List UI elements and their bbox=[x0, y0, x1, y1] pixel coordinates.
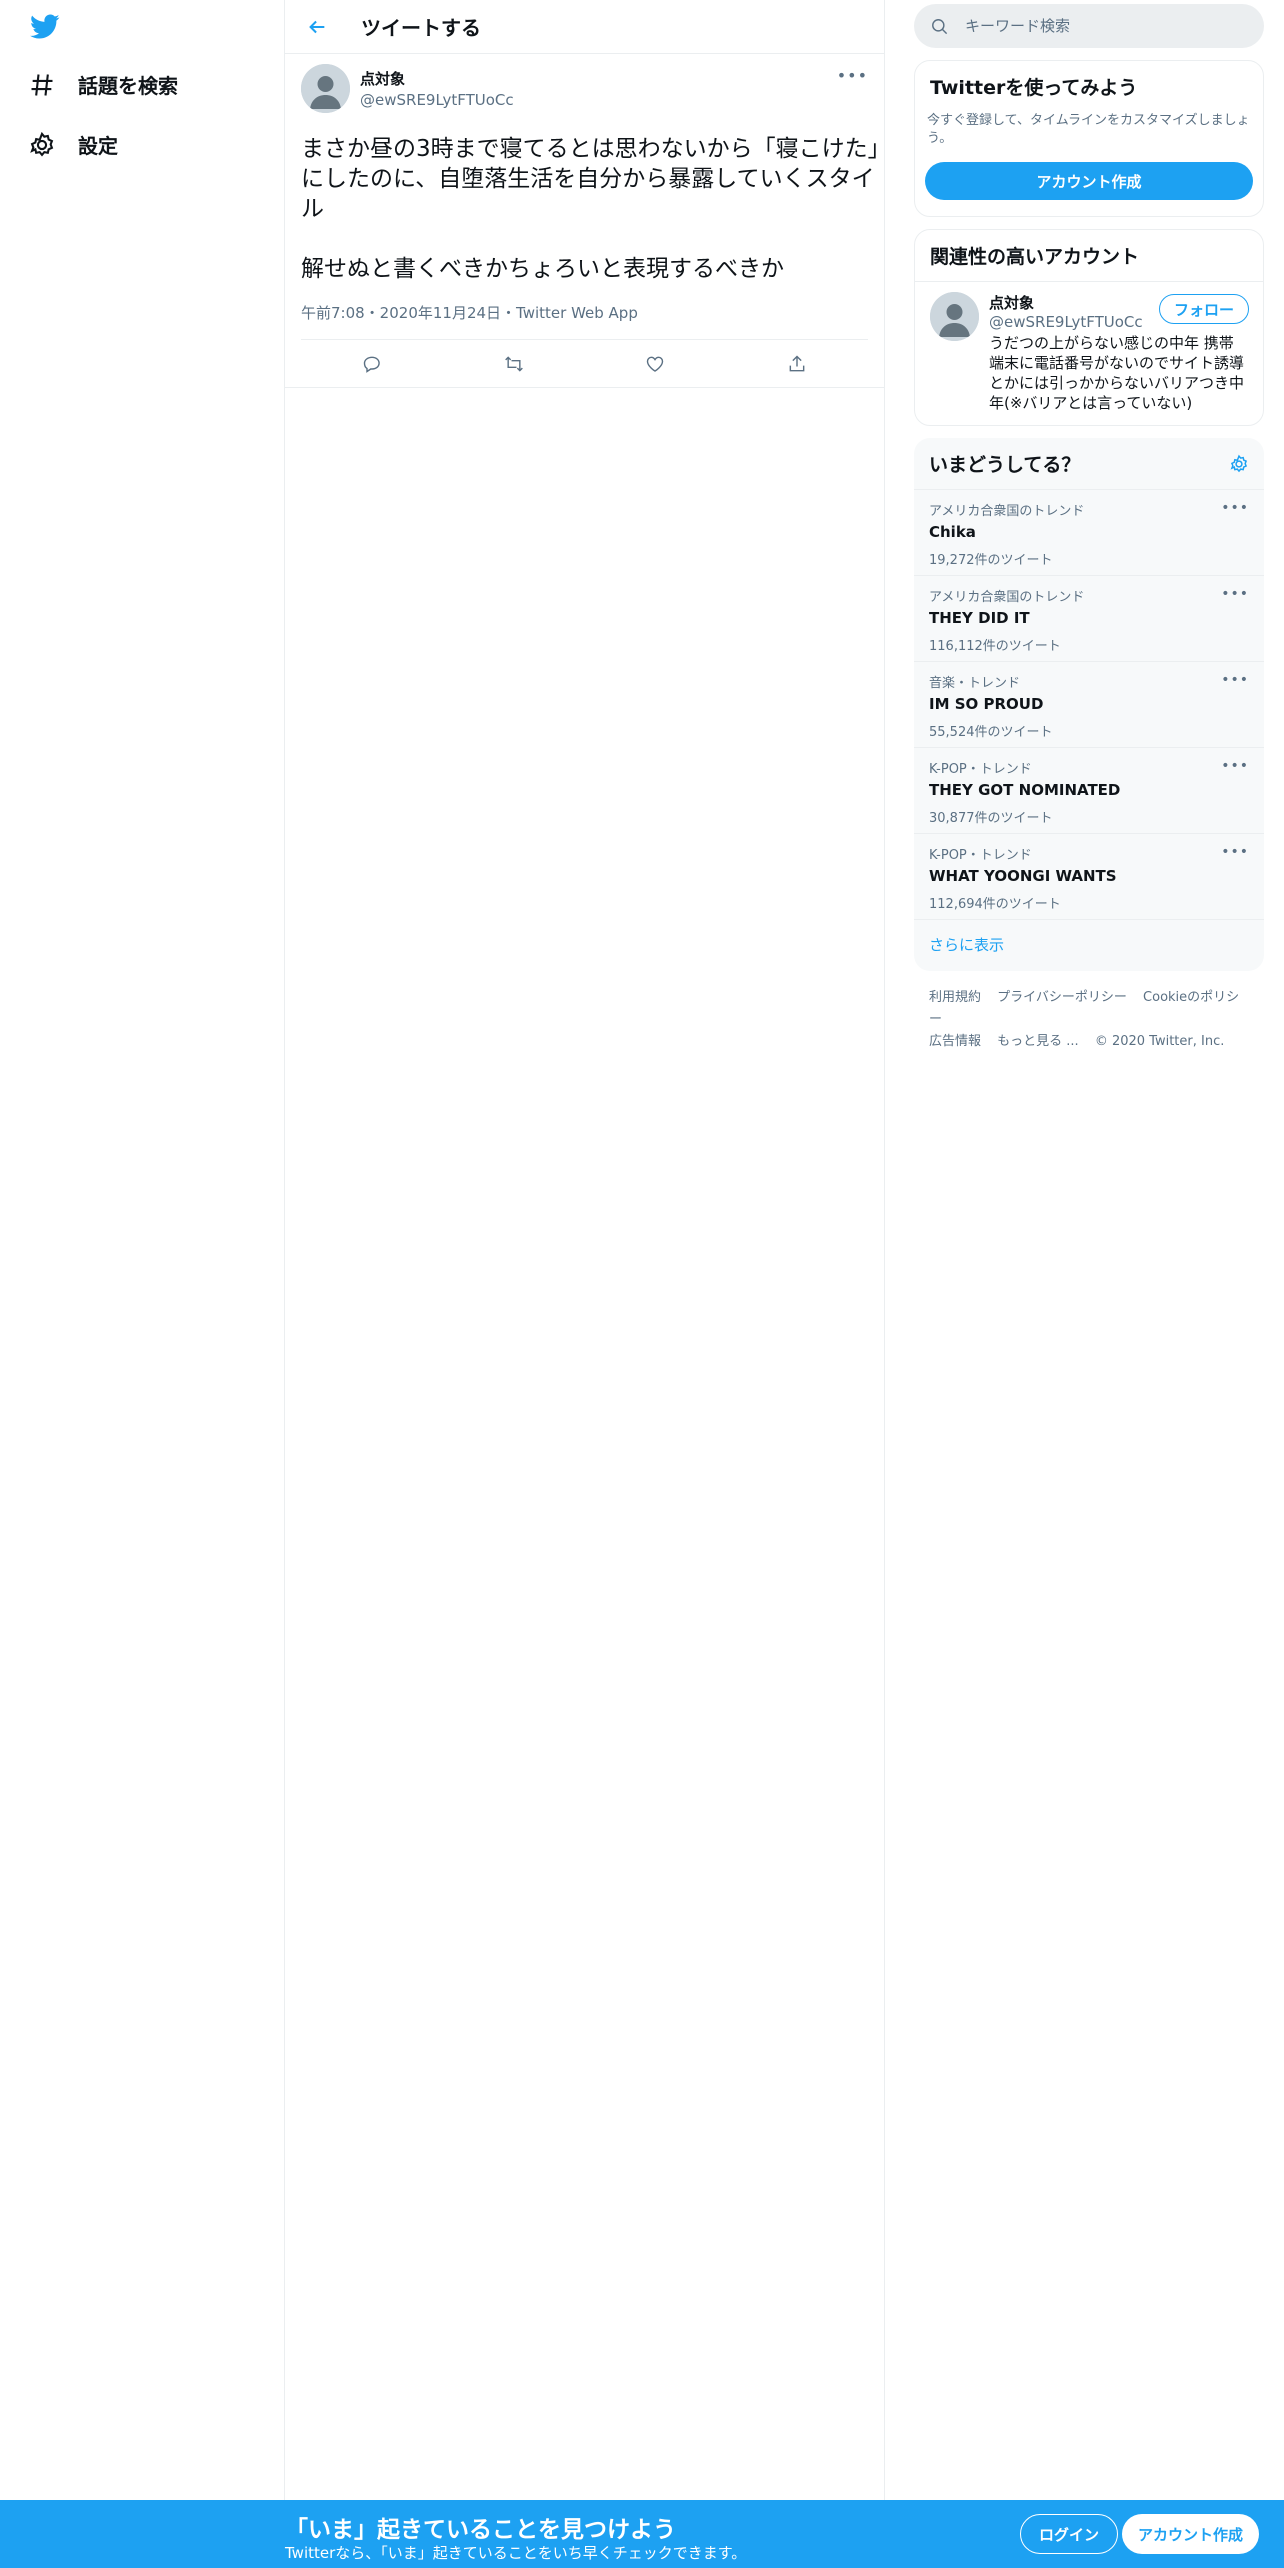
search-bar[interactable] bbox=[914, 4, 1264, 48]
trend-count: 55,524件のツイート bbox=[929, 725, 1053, 740]
search-input[interactable] bbox=[965, 17, 1245, 35]
more-link[interactable]: もっと見る ... bbox=[997, 1034, 1079, 1049]
show-more-link[interactable]: さらに表示 bbox=[914, 920, 1264, 971]
trend-count: 112,694件のツイート bbox=[929, 897, 1061, 912]
related-avatar[interactable] bbox=[930, 292, 979, 341]
user-meta: 点対象 @ewSRE9LytFTUoCc bbox=[360, 68, 514, 109]
signup-button[interactable]: アカウント作成 bbox=[1122, 2514, 1260, 2554]
trend-name: THEY GOT NOMINATED bbox=[929, 781, 1121, 799]
bottom-bar-subtitle: Twitterなら、「いま」起きていることをいち早くチェックできます。 bbox=[285, 2544, 747, 2562]
trend-item[interactable]: アメリカ合衆国のトレンド THEY DID IT 116,112件のツイート •… bbox=[914, 576, 1264, 662]
left-nav: 話題を検索 設定 bbox=[0, 0, 285, 2500]
tweet-text: まさか昼の3時まで寝てるとは思わないから「寝こけた」にしたのに、自堕落生活を自分… bbox=[301, 136, 880, 282]
main-header: ツイートする bbox=[285, 0, 884, 54]
user-handle[interactable]: @ewSRE9LytFTUoCc bbox=[360, 91, 514, 109]
create-account-button[interactable]: アカウント作成 bbox=[925, 162, 1253, 200]
trend-name: THEY DID IT bbox=[929, 609, 1030, 627]
related-accounts-card: 関連性の高いアカウント 点対象 @ewSRE9LytFTUoCc うだつの上がら… bbox=[914, 229, 1264, 426]
trend-item[interactable]: 音楽・トレンド IM SO PROUD 55,524件のツイート ••• bbox=[914, 662, 1264, 748]
gear-icon bbox=[30, 131, 54, 157]
default-avatar-icon bbox=[930, 292, 979, 341]
reply-button[interactable] bbox=[352, 344, 392, 384]
tweet: 点対象 @ewSRE9LytFTUoCc ••• まさか昼の3時まで寝てるとは思… bbox=[285, 54, 884, 388]
retweet-icon bbox=[504, 355, 523, 372]
follow-button[interactable]: フォロー bbox=[1158, 294, 1249, 324]
more-options-icon[interactable]: ••• bbox=[1221, 500, 1249, 516]
login-button[interactable]: ログイン bbox=[1020, 2514, 1119, 2554]
trend-item[interactable]: K-POP・トレンド THEY GOT NOMINATED 30,877件のツイ… bbox=[914, 748, 1264, 834]
signup-card: Twitterを使ってみよう 今すぐ登録して、タイムラインをカスタマイズしましょ… bbox=[914, 60, 1264, 217]
more-options-icon[interactable]: ••• bbox=[1221, 672, 1249, 688]
more-options-icon[interactable]: ••• bbox=[1221, 586, 1249, 602]
trend-context: アメリカ合衆国のトレンド bbox=[929, 590, 1085, 605]
heart-icon bbox=[647, 356, 664, 372]
nav-settings-label: 設定 bbox=[78, 134, 118, 158]
settings-gear-icon[interactable] bbox=[1229, 454, 1249, 474]
reply-icon bbox=[363, 356, 380, 373]
right-sidebar: Twitterを使ってみよう 今すぐ登録して、タイムラインをカスタマイズしましょ… bbox=[914, 0, 1264, 1069]
twitter-logo-icon[interactable] bbox=[30, 14, 60, 40]
back-arrow-icon bbox=[309, 20, 325, 33]
related-account[interactable]: 点対象 @ewSRE9LytFTUoCc うだつの上がらない感じの中年 携帯端末… bbox=[915, 282, 1263, 425]
hashtag-icon bbox=[31, 73, 53, 96]
trend-name: WHAT YOONGI WANTS bbox=[929, 867, 1117, 885]
signup-card-subtitle: 今すぐ登録して、タイムラインをカスタマイズしましょう。 bbox=[927, 113, 1250, 146]
share-icon bbox=[789, 354, 805, 371]
trends-title: いまどうしてる？ bbox=[929, 454, 1081, 476]
trend-context: K-POP・トレンド bbox=[929, 762, 1032, 777]
tweet-actions bbox=[285, 340, 884, 388]
copyright: © 2020 Twitter, Inc. bbox=[1094, 1034, 1225, 1049]
trend-count: 116,112件のツイート bbox=[929, 639, 1061, 654]
trends-card: いまどうしてる？ アメリカ合衆国のトレンド Chika 19,272件のツイート… bbox=[914, 438, 1264, 971]
footer-links: 利用規約 プライバシーポリシー Cookieのポリシー 広告情報 もっと見る .… bbox=[914, 971, 1264, 1069]
page-title: ツイートする bbox=[361, 16, 481, 40]
avatar[interactable] bbox=[301, 64, 350, 113]
privacy-link[interactable]: プライバシーポリシー bbox=[997, 990, 1127, 1005]
terms-link[interactable]: 利用規約 bbox=[929, 990, 981, 1005]
trend-name: Chika bbox=[929, 523, 976, 541]
tweet-timestamp[interactable]: 午前7:08・2020年11月24日・Twitter Web App bbox=[301, 302, 868, 340]
trend-item[interactable]: K-POP・トレンド WHAT YOONGI WANTS 112,694件のツイ… bbox=[914, 834, 1264, 920]
trend-context: K-POP・トレンド bbox=[929, 848, 1032, 863]
like-button[interactable] bbox=[635, 344, 675, 384]
signup-card-title: Twitterを使ってみよう bbox=[930, 77, 1138, 99]
back-button[interactable] bbox=[297, 7, 337, 47]
more-options-icon[interactable]: ••• bbox=[1221, 758, 1249, 774]
main-column: ツイートする 点対象 @ewSRE9LytFTUoCc ••• まさか昼の3時ま… bbox=[285, 0, 885, 2500]
more-options-icon[interactable]: ••• bbox=[1221, 844, 1249, 860]
trend-context: 音楽・トレンド bbox=[929, 676, 1021, 691]
trends-header: いまどうしてる？ bbox=[914, 438, 1264, 490]
nav-settings[interactable]: 設定 bbox=[28, 130, 118, 159]
user-name[interactable]: 点対象 bbox=[360, 68, 514, 89]
trend-count: 19,272件のツイート bbox=[929, 553, 1053, 568]
trend-item[interactable]: アメリカ合衆国のトレンド Chika 19,272件のツイート ••• bbox=[914, 490, 1264, 576]
search-icon bbox=[932, 18, 948, 34]
related-accounts-title: 関連性の高いアカウント bbox=[915, 230, 1263, 282]
default-avatar-icon bbox=[301, 64, 350, 113]
trend-context: アメリカ合衆国のトレンド bbox=[929, 504, 1085, 519]
bottom-bar-title: 「いま」起きていることを見つけよう bbox=[285, 2517, 676, 2543]
trend-name: IM SO PROUD bbox=[929, 695, 1044, 713]
tweet-header: 点対象 @ewSRE9LytFTUoCc ••• bbox=[301, 64, 868, 120]
nav-explore-label: 話題を検索 bbox=[78, 74, 178, 98]
ads-info-link[interactable]: 広告情報 bbox=[929, 1034, 981, 1049]
nav-explore[interactable]: 話題を検索 bbox=[28, 70, 178, 99]
related-bio: うだつの上がらない感じの中年 携帯端末に電話番号がないのでサイト誘導とかには引っ… bbox=[989, 334, 1245, 412]
bottom-signup-bar: 「いま」起きていることを見つけよう Twitterなら、「いま」起きていることを… bbox=[0, 2500, 1284, 2568]
trend-count: 30,877件のツイート bbox=[929, 811, 1053, 826]
retweet-button[interactable] bbox=[494, 344, 534, 384]
more-options-icon[interactable]: ••• bbox=[837, 66, 868, 85]
share-button[interactable] bbox=[777, 344, 817, 384]
